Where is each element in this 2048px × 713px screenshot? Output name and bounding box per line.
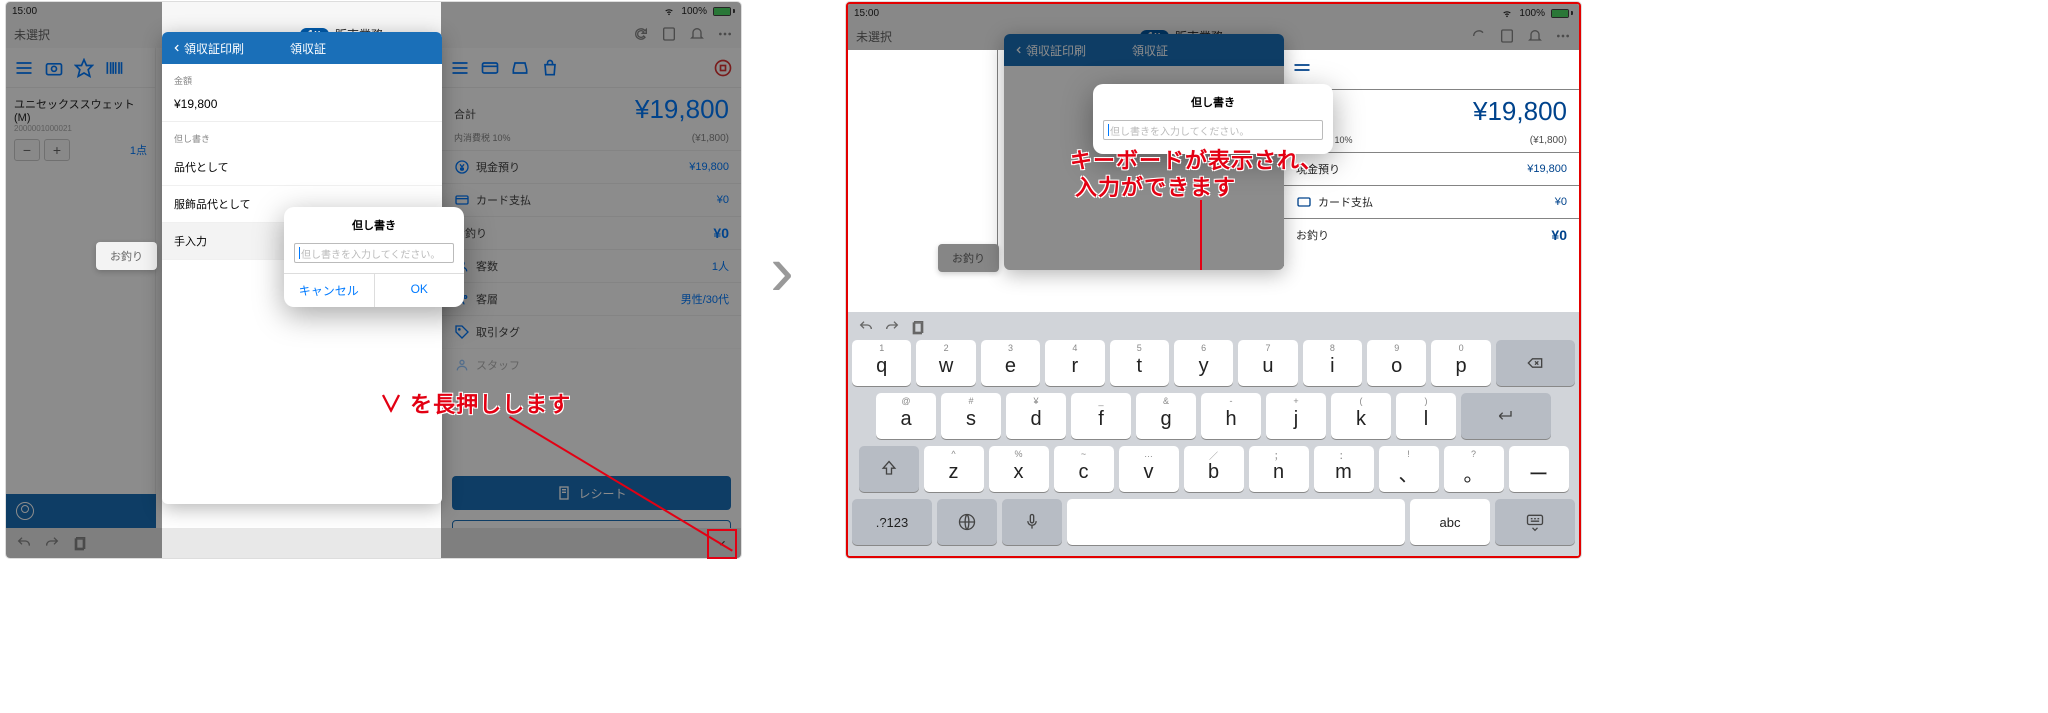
key-z[interactable]: ^z [924, 446, 984, 492]
key-x[interactable]: %x [989, 446, 1049, 492]
callout-1: ∨ を長押しします [380, 387, 571, 419]
key-v[interactable]: …v [1119, 446, 1179, 492]
key-a[interactable]: @a [876, 393, 936, 439]
key-i[interactable]: 8i [1303, 340, 1362, 386]
key-c[interactable]: ~c [1054, 446, 1114, 492]
mic-icon [1022, 512, 1042, 532]
note-option-1[interactable]: 品代として [162, 149, 442, 186]
key-。[interactable]: ?。 [1444, 446, 1504, 492]
screen-right: 15:00100% 未選択1∨販売業務 合計¥19,800 内消費税 10%(¥… [846, 2, 1581, 558]
screen-left: 15:00 100% 未選択 1∨ 販売業務 ユニセックススウ [6, 2, 741, 558]
key-y[interactable]: 6y [1174, 340, 1233, 386]
key-k[interactable]: (k [1331, 393, 1391, 439]
note-input-2[interactable]: 但し書きを入力してください。 [1103, 120, 1323, 140]
arrow-icon: › [770, 230, 794, 312]
kb-row-2: @a#s¥d_f&g-h+j(k)l [852, 393, 1575, 439]
kb-redo-icon[interactable] [884, 319, 900, 335]
key-s[interactable]: #s [941, 393, 1001, 439]
key-shift[interactable] [859, 446, 919, 492]
key-w[interactable]: 2w [916, 340, 975, 386]
key-globe[interactable] [937, 499, 997, 545]
key-t[interactable]: 5t [1110, 340, 1169, 386]
kb-row-1: 1q2w3e4r5t6y7u8i9o0p [852, 340, 1575, 386]
kb-undo-icon[interactable] [858, 319, 874, 335]
key-r[interactable]: 4r [1045, 340, 1104, 386]
dialog-title-2: 但し書き [1093, 84, 1333, 116]
key-abc[interactable]: abc [1410, 499, 1490, 545]
key-mic[interactable] [1002, 499, 1062, 545]
backspace-icon [1525, 353, 1545, 373]
kb-row-4: .?123 abc [852, 499, 1575, 545]
key-space[interactable] [1067, 499, 1405, 545]
key-q[interactable]: 1q [852, 340, 911, 386]
key-g[interactable]: &g [1136, 393, 1196, 439]
key-return[interactable] [1461, 393, 1551, 439]
dim-overlay-left [6, 2, 162, 558]
amount-section-label: 金額 [162, 64, 442, 91]
key-n[interactable]: ；n [1249, 446, 1309, 492]
key-m[interactable]: ：m [1314, 446, 1374, 492]
key-ー[interactable]: ー [1509, 446, 1569, 492]
kb-clipboard-icon[interactable] [910, 319, 926, 335]
key-dismiss[interactable] [1495, 499, 1575, 545]
note-input[interactable]: 但し書きを入力してください。 [294, 243, 454, 263]
key-h[interactable]: -h [1201, 393, 1261, 439]
ok-button[interactable]: OK [375, 274, 465, 307]
return-icon [1496, 406, 1516, 426]
key-l[interactable]: )l [1396, 393, 1456, 439]
note-dialog: 但し書き 但し書きを入力してください。 キャンセル OK [284, 207, 464, 307]
on-screen-keyboard: 1q2w3e4r5t6y7u8i9o0p @a#s¥d_f&g-h+j(k)l … [848, 312, 1579, 556]
key-u[interactable]: 7u [1238, 340, 1297, 386]
note-section-label: 但し書き [162, 122, 442, 149]
dim-overlay-right [441, 2, 741, 558]
key-f[interactable]: _f [1071, 393, 1131, 439]
key-j[interactable]: +j [1266, 393, 1326, 439]
key-backspace[interactable] [1496, 340, 1575, 386]
receipt-back-button[interactable]: 領収証印刷 [172, 40, 244, 57]
key-numeric[interactable]: .?123 [852, 499, 932, 545]
receipt-amount: ¥19,800 [162, 91, 442, 122]
callout-2b: 入力ができます [1075, 170, 1236, 202]
key-e[interactable]: 3e [981, 340, 1040, 386]
cancel-button[interactable]: キャンセル [284, 274, 375, 307]
key-p[interactable]: 0p [1431, 340, 1490, 386]
callout-line-2 [1200, 200, 1202, 270]
dialog-title: 但し書き [284, 207, 464, 239]
key-o[interactable]: 9o [1367, 340, 1426, 386]
key-d[interactable]: ¥d [1006, 393, 1066, 439]
key-、[interactable]: !、 [1379, 446, 1439, 492]
key-b[interactable]: ／b [1184, 446, 1244, 492]
receipt-title: 領収証 [244, 40, 372, 57]
globe-icon [957, 512, 977, 532]
keyboard-hide-icon [1525, 512, 1545, 532]
change-tooltip: お釣り [96, 242, 157, 270]
kb-row-3: ^z%x~c…v／b；n：m!、?。ー [852, 446, 1575, 492]
shift-icon [879, 459, 899, 479]
